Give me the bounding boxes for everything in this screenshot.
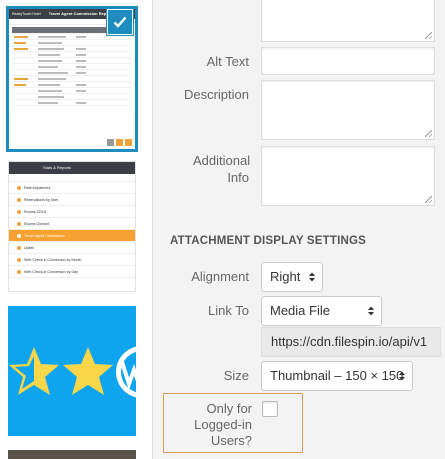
- thumb-doc-table: [8, 25, 136, 108]
- size-label: Size: [223, 368, 249, 383]
- resize-handle-icon[interactable]: [425, 196, 432, 203]
- media-library-grid: ReadyTouch Hotel Travel Agent Commission …: [0, 0, 152, 459]
- thumb-doc-pager: [107, 139, 132, 146]
- alt-text-label: Alt Text: [206, 54, 249, 69]
- attachment-thumb-report[interactable]: ReadyTouch Hotel Travel Agent Commission …: [6, 6, 138, 152]
- logged-in-only-label: Only for Logged-in Users?: [194, 401, 252, 448]
- select-arrows-icon: [367, 305, 375, 317]
- resize-handle-icon[interactable]: [425, 130, 432, 137]
- link-to-select[interactable]: Media File: [261, 296, 382, 326]
- additional-info-label: Additional Info: [193, 153, 251, 185]
- description-label: Description: [183, 87, 249, 102]
- resize-handle-icon[interactable]: [425, 32, 432, 39]
- alignment-select[interactable]: Right: [261, 262, 323, 292]
- logged-in-only-checkbox[interactable]: [262, 401, 278, 417]
- selected-check-icon[interactable]: [108, 10, 132, 34]
- additional-info-textarea[interactable]: [261, 146, 435, 206]
- display-settings-heading: ATTACHMENT DISPLAY SETTINGS: [170, 235, 367, 247]
- thumb-stats-header: Stats & Reports: [9, 162, 135, 174]
- attachment-thumb-stats[interactable]: Stats & Reports Rate Adjustment Reservat…: [8, 161, 136, 292]
- link-to-label: Link To: [208, 303, 249, 318]
- link-url-field[interactable]: https://cdn.filespin.io/api/v1: [261, 327, 441, 357]
- description-textarea[interactable]: [261, 80, 435, 140]
- logged-in-only-setting: Only for Logged-in Users?: [163, 393, 303, 453]
- caption-textarea[interactable]: [261, 0, 435, 42]
- select-arrows-icon: [398, 370, 406, 382]
- attachment-thumb-stars[interactable]: [8, 306, 136, 436]
- attachment-thumb-photo[interactable]: [8, 450, 136, 459]
- rating-stars-icon: [9, 346, 136, 398]
- size-select[interactable]: Thumbnail – 150 × 150: [261, 361, 413, 391]
- alt-text-input[interactable]: [261, 47, 435, 75]
- select-arrows-icon: [308, 271, 316, 283]
- alignment-label: Alignment: [191, 269, 249, 284]
